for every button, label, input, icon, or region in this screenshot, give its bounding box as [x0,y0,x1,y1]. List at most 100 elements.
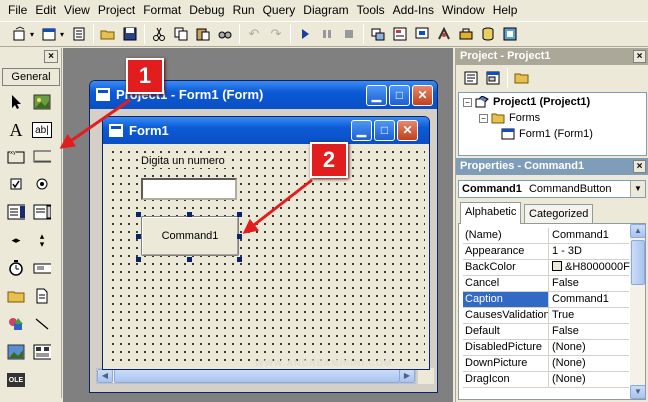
menu-edit[interactable]: Edit [31,0,60,20]
dirlistbox-tool[interactable] [4,284,28,308]
menu-file[interactable]: File [4,0,31,20]
property-value[interactable]: Command1 [550,292,630,307]
form-maximize-button[interactable]: □ [374,120,395,141]
resize-handle[interactable] [136,234,141,239]
combobox-tool[interactable] [4,200,28,224]
project-explorer-close-button[interactable]: × [633,50,646,63]
property-value[interactable]: Command1 [550,228,630,243]
menu-diagram[interactable]: Diagram [299,0,352,20]
close-button[interactable]: ✕ [412,85,433,106]
property-value[interactable]: (None) [550,340,630,355]
optionbutton-tool[interactable] [30,172,54,196]
checkbox-tool[interactable] [4,172,28,196]
resize-handle[interactable] [187,257,192,262]
menu-format[interactable]: Format [139,0,185,20]
resize-handle[interactable] [237,212,242,217]
property-value[interactable]: 1 - 3D [550,244,630,259]
form-design-canvas[interactable]: Digita un numero Command1 [107,146,425,365]
label-digita-numero[interactable]: Digita un numero [139,154,227,168]
command1-button[interactable]: Command1 [141,216,239,256]
property-value[interactable]: (None) [550,356,630,371]
form-layout-icon[interactable] [411,23,433,45]
resize-handle[interactable] [136,212,141,217]
menu-view[interactable]: View [60,0,94,20]
property-row[interactable]: DragIcon (None) [463,372,629,388]
resize-handle[interactable] [237,257,242,262]
maximize-button[interactable]: □ [389,85,410,106]
property-value[interactable]: False [550,276,630,291]
minimize-button[interactable]: ▁ [366,85,387,106]
menu-add-ins[interactable]: Add-Ins [389,0,438,20]
property-row[interactable]: CausesValidation True [463,308,629,324]
line-tool[interactable] [30,312,54,336]
property-value[interactable]: False [550,324,630,339]
drivelistbox-tool[interactable] [30,256,54,280]
shape-tool[interactable] [4,312,28,336]
data-tool[interactable] [30,340,54,364]
toggle-folders-icon[interactable] [511,67,533,89]
commandbutton-tool[interactable] [30,144,54,168]
property-row[interactable]: Cancel False [463,276,629,292]
label-tool[interactable]: A [4,118,28,142]
property-value[interactable]: (None) [550,372,630,387]
vscrollbar-tool[interactable]: ▴ ▾ [30,228,54,252]
properties-close-button[interactable]: × [633,160,646,173]
scroll-up-icon[interactable]: ▲ [630,224,645,238]
textbox-tool[interactable]: ab| [30,118,54,142]
hscrollbar-tool[interactable]: ◂▸ [4,228,28,252]
property-row[interactable]: BackColor &H8000000F [463,260,630,276]
object-browser-icon[interactable] [433,23,455,45]
find-icon[interactable] [214,23,236,45]
horizontal-scroll-thumb[interactable] [114,369,400,383]
image-tool[interactable] [4,340,28,364]
add-project-dropdown-icon[interactable]: ▾ [30,30,38,39]
add-form-dropdown-icon[interactable]: ▾ [60,30,68,39]
end-icon[interactable] [338,23,360,45]
pointer-tool[interactable] [4,90,28,114]
listbox-tool[interactable] [30,200,54,224]
open-icon[interactable] [97,23,119,45]
tab-categorized[interactable]: Categorized [524,204,594,224]
property-row[interactable]: Default False [463,324,629,340]
toolbox-icon[interactable] [455,23,477,45]
menu-window[interactable]: Window [438,0,489,20]
properties-window-icon[interactable] [389,23,411,45]
tree-collapse-icon[interactable]: − [479,113,488,123]
menu-tools[interactable]: Tools [353,0,389,20]
save-icon[interactable] [119,23,141,45]
property-value[interactable]: &H8000000F [550,260,630,275]
scroll-down-icon[interactable]: ▼ [630,385,645,399]
menu-project[interactable]: Project [94,0,139,20]
property-row[interactable]: DownPicture (None) [463,356,629,372]
redo-icon[interactable]: ↷ [265,23,287,45]
view-object-icon[interactable] [482,67,504,89]
form1-window[interactable]: Form1 ▁ □ ✕ Digita un numero Command1 [102,116,430,370]
property-row-selected[interactable]: Caption Command1 [463,292,629,308]
tab-alphabetic[interactable]: Alphabetic [460,202,522,224]
copy-icon[interactable] [170,23,192,45]
resize-handle[interactable] [136,257,141,262]
menu-run[interactable]: Run [229,0,259,20]
timer-tool[interactable] [4,256,28,280]
paste-icon[interactable] [192,23,214,45]
form-minimize-button[interactable]: ▁ [351,120,372,141]
menu-help[interactable]: Help [489,0,522,20]
tree-item-form1[interactable]: Form1 (Form1) [501,128,593,140]
properties-scroll-thumb[interactable] [631,240,645,285]
add-project-icon[interactable] [8,23,30,45]
scroll-left-icon[interactable]: ◀ [97,369,113,383]
cut-icon[interactable] [148,23,170,45]
toolbox-close-button[interactable]: × [44,50,58,63]
property-row[interactable]: (Name) Command1 [463,228,629,244]
form-close-button[interactable]: ✕ [397,120,418,141]
tree-item-project1[interactable]: − Project1 (Project1) [463,96,590,108]
view-code-icon[interactable] [460,67,482,89]
resize-handle[interactable] [237,234,242,239]
undo-icon[interactable]: ↶ [243,23,265,45]
menu-query[interactable]: Query [259,0,300,20]
data-view-icon[interactable] [477,23,499,45]
property-row[interactable]: DisabledPicture (None) [463,340,629,356]
object-selector-combo[interactable]: Command1 CommandButton ▼ [458,180,646,198]
toolbox-general-tab[interactable]: General [2,68,60,86]
properties-vertical-scrollbar[interactable]: ▲ ▼ [630,224,645,399]
